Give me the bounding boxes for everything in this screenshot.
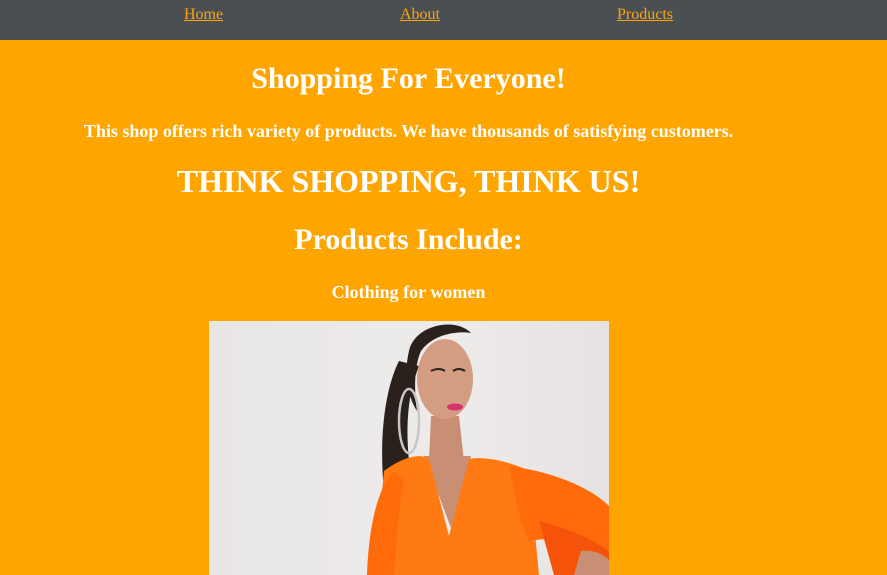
slogan-heading: THINK SHOPPING, THINK US! xyxy=(176,163,641,199)
products-heading: Products Include: xyxy=(294,223,523,256)
page-title: Shopping For Everyone! xyxy=(251,62,566,95)
model-illustration xyxy=(367,324,609,575)
shop-description: This shop offers rich variety of product… xyxy=(83,121,734,141)
nav-link-about[interactable]: About xyxy=(400,6,440,24)
nav-link-home[interactable]: Home xyxy=(184,6,223,24)
product-image xyxy=(209,321,609,575)
product-category-label: Clothing for women xyxy=(331,282,486,302)
top-navbar: Home About Products xyxy=(0,0,887,40)
watermark xyxy=(874,562,877,573)
nav-link-products[interactable]: Products xyxy=(617,6,673,24)
